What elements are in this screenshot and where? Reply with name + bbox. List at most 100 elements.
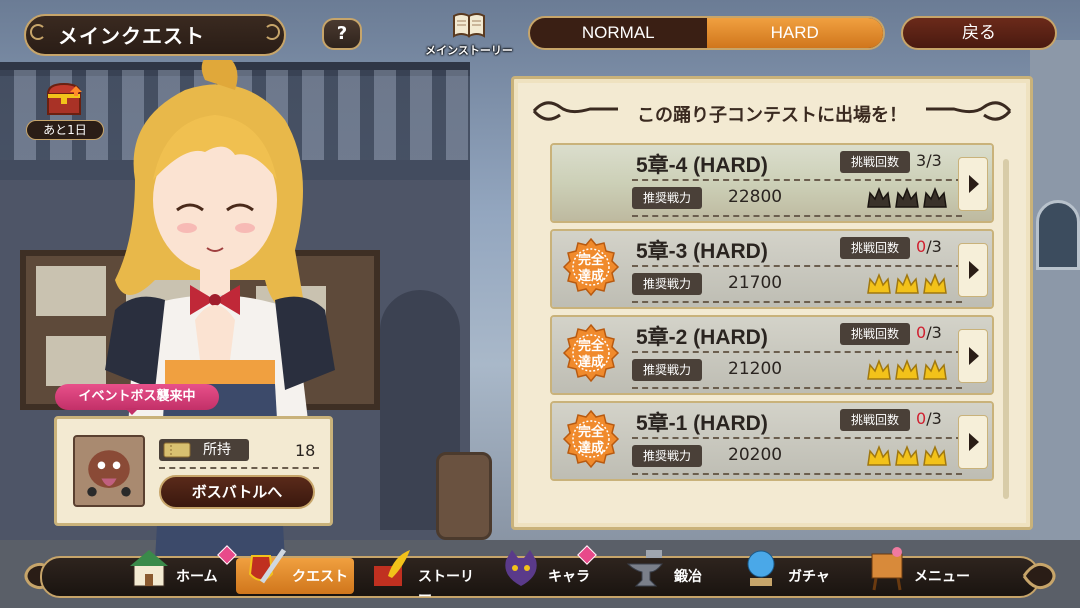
nav-item-5[interactable]: ガチャ [732, 550, 844, 600]
ornament-icon [264, 24, 280, 40]
completed-badge: 完全達成 [562, 409, 620, 475]
nav-item-4[interactable]: 鍛冶 [618, 550, 722, 600]
main-story-button[interactable]: メインストーリー [420, 10, 518, 60]
crown-rating [866, 185, 950, 213]
tries-count: 0/3 [916, 323, 942, 342]
difficulty-toggle: NORMAL HARD [528, 16, 885, 50]
cat-icon [498, 546, 544, 592]
ticket-icon [163, 442, 191, 458]
recommended-power-value: 20200 [728, 445, 783, 465]
chevron-right-icon [969, 347, 979, 365]
crown-icon [866, 185, 892, 213]
nav-item-0[interactable]: ホーム [120, 550, 234, 600]
quest-row[interactable]: 5章-4 (HARD) 挑戦回数 3/3 推奨戦力 22800 [550, 143, 994, 223]
tries-label: 挑戦回数 [840, 323, 910, 345]
quest-name: 5章-4 (HARD) [636, 154, 768, 177]
main-story-label: メインストーリー [425, 44, 513, 57]
nav-item-label: ストーリー [418, 569, 474, 605]
owned-label: 所持 [203, 442, 231, 458]
ornament-icon [30, 24, 46, 40]
recommended-power-value: 22800 [728, 187, 783, 207]
sword-shield-icon [242, 546, 288, 592]
tab-normal[interactable]: NORMAL [530, 18, 707, 48]
crown-icon [894, 185, 920, 213]
crown-icon [894, 357, 920, 385]
chevron-right-icon [969, 175, 979, 193]
back-button[interactable]: 戻る [901, 16, 1057, 50]
home-icon [126, 546, 172, 592]
crystal-ball-icon [738, 546, 784, 592]
crown-icon [922, 185, 948, 213]
event-boss-panel: 所持 18 ボスバトルへ [54, 416, 333, 526]
crown-icon [922, 443, 948, 471]
quest-start-arrow[interactable] [958, 329, 988, 383]
signboard-icon [864, 546, 910, 592]
anvil-icon [624, 546, 670, 592]
nav-item-2[interactable]: ストーリー [362, 550, 480, 605]
quest-list-panel: この踊り子コンテストに出場を！ 5章-4 (HARD) 挑戦回数 3/3 推奨戦… [511, 76, 1033, 530]
crown-icon [866, 443, 892, 471]
ornament-icon [1022, 562, 1056, 590]
event-boss-tag: イベントボス襲来中 [55, 384, 219, 415]
scroll-ornament-icon [926, 101, 1012, 121]
completed-badge-label: 完全達成 [577, 253, 604, 284]
boss-portrait [73, 435, 145, 507]
quill-book-icon [368, 546, 414, 592]
screen-title-plate: メインクエスト [24, 10, 304, 60]
scrollbar[interactable] [1003, 159, 1009, 499]
chevron-right-icon [969, 433, 979, 451]
tries-count: 0/3 [916, 237, 942, 256]
nav-item-1[interactable]: クエスト [236, 548, 354, 594]
boss-battle-button[interactable]: ボスバトルへ [159, 475, 315, 509]
tries-count: 0/3 [916, 409, 942, 428]
quest-name: 5章-1 (HARD) [636, 412, 768, 435]
quest-row[interactable]: 完全達成 5章-3 (HARD) 挑戦回数 0/3 推奨戦力 21700 [550, 229, 994, 309]
owned-value: 18 [295, 441, 316, 460]
recommended-power-label: 推奨戦力 [632, 273, 702, 295]
page-title: メインクエスト [58, 24, 205, 48]
completed-badge: 完全達成 [562, 323, 620, 389]
treasure-countdown: あと1日 [26, 120, 104, 140]
recommended-power-value: 21200 [728, 359, 783, 379]
quest-name: 5章-3 (HARD) [636, 240, 768, 263]
crown-rating [866, 443, 950, 471]
book-icon [453, 13, 485, 38]
nav-item-label: クエスト [292, 569, 348, 585]
nav-item-label: ガチャ [788, 569, 830, 585]
crown-icon [866, 357, 892, 385]
completed-badge: 完全達成 [562, 237, 620, 303]
recommended-power-label: 推奨戦力 [632, 187, 702, 209]
quest-row[interactable]: 完全達成 5章-2 (HARD) 挑戦回数 0/3 推奨戦力 21200 [550, 315, 994, 395]
chevron-right-icon [969, 261, 979, 279]
nav-item-label: メニュー [914, 569, 970, 585]
crown-icon [922, 271, 948, 299]
crown-icon [894, 271, 920, 299]
recommended-power-value: 21700 [728, 273, 783, 293]
panel-header: この踊り子コンテストに出場を！ [514, 91, 1030, 131]
tries-count: 3/3 [916, 151, 942, 170]
quest-name: 5章-2 (HARD) [636, 326, 768, 349]
tab-hard[interactable]: HARD [706, 18, 883, 48]
nav-item-label: キャラ [548, 569, 590, 585]
nav-item-label: 鍛冶 [674, 569, 702, 585]
treasure-chest-icon [46, 82, 82, 115]
crown-rating [866, 271, 950, 299]
crown-icon [894, 443, 920, 471]
quest-start-arrow[interactable] [958, 415, 988, 469]
crown-rating [866, 357, 950, 385]
quest-start-arrow[interactable] [958, 243, 988, 297]
bottom-nav: ホーム クエスト ストーリー キャラ 鍛冶 ガチャ メニュー [20, 545, 1060, 605]
recommended-power-label: 推奨戦力 [632, 445, 702, 467]
quest-row[interactable]: 完全達成 5章-1 (HARD) 挑戦回数 0/3 推奨戦力 20200 [550, 401, 994, 481]
tries-label: 挑戦回数 [840, 409, 910, 431]
nav-item-6[interactable]: メニュー [858, 547, 972, 600]
tries-label: 挑戦回数 [840, 237, 910, 259]
help-button[interactable]: ? [322, 18, 362, 50]
treasure-chest-reward[interactable]: あと1日 [26, 82, 104, 142]
tries-label: 挑戦回数 [840, 151, 910, 173]
quest-start-arrow[interactable] [958, 157, 988, 211]
completed-badge-label: 完全達成 [577, 339, 604, 370]
nav-item-label: ホーム [176, 569, 218, 585]
crown-icon [866, 271, 892, 299]
recommended-power-label: 推奨戦力 [632, 359, 702, 381]
